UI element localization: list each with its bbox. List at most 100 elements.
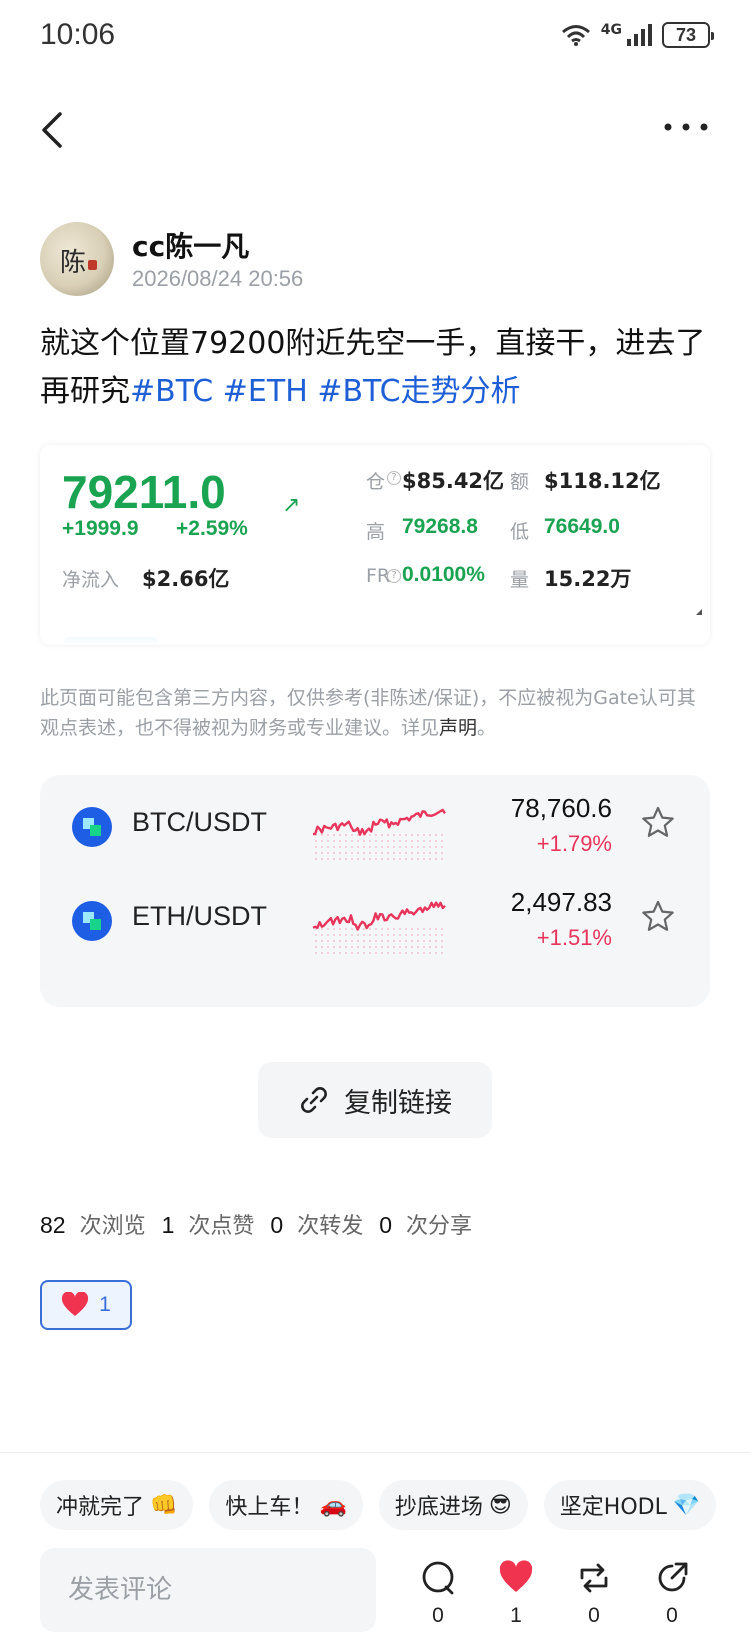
sparkline-dot [351,946,353,948]
sparkline-dot [375,928,377,930]
sparkline-dot [393,840,395,842]
market-change: +1.79% [536,831,612,856]
sparkline-dot [327,946,329,948]
sparkline-dot [387,928,389,930]
sparkline-dot [441,846,443,848]
sparkline-dot [315,946,317,948]
copy-link-button[interactable]: 复制链接 [258,1062,492,1138]
sparkline-dot [333,834,335,836]
avatar-seal [88,260,97,270]
sparkline-dot [327,846,329,848]
market-row-eth[interactable]: ETH/USDT 2,497.83 +1.51% [40,871,710,969]
sparkline-dot [435,840,437,842]
comment-input[interactable] [40,1548,376,1632]
vol-value: 15.22万 [544,567,632,591]
sparkline-dot [327,852,329,854]
like-action[interactable]: 1 [486,1560,546,1640]
share-action[interactable]: 0 [642,1560,702,1640]
comment-action[interactable]: 0 [408,1560,468,1640]
more-dots-icon [664,123,708,131]
sparkline-dot [423,840,425,842]
disclaimer-end: 。 [477,717,497,739]
sparkline-dot [339,940,341,942]
sparkline-dot [429,834,431,836]
avatar[interactable]: 陈 [40,222,114,296]
market-change: +1.51% [536,925,612,950]
sparkline-dot [405,852,407,854]
sparkline-dot [411,946,413,948]
link-icon [301,1087,327,1113]
quick-reply-chip[interactable]: 快上车！ 🚗 [209,1480,363,1530]
sparkline-dot [417,846,419,848]
sparkline-dot [315,952,317,954]
star-icon[interactable] [640,805,676,841]
ticker-card[interactable]: 79211.0 ↗ +1999.9 +2.59% 净流入 $2.66亿 仓 ? … [40,445,710,645]
sparkline-dot [393,928,395,930]
sparkline-dot [405,940,407,942]
sparkline-dot [405,834,407,836]
sparkline-dot [399,940,401,942]
sparkline-dot [363,852,365,854]
quick-reply-chip[interactable]: 抄底进场 😎 [378,1480,528,1530]
sparkline-dot [381,846,383,848]
tag-btc-analysis[interactable]: #BTC走势分析 [317,374,520,409]
sparkline-dot [375,840,377,842]
sparkline-dot [435,946,437,948]
sparkline-dot [411,846,413,848]
sparkline-dot [435,928,437,930]
bottom-divider [0,1452,750,1453]
market-row-btc[interactable]: BTC/USDT 78,760.6 +1.79% [40,777,710,875]
diamond-icon: 💎 [672,1492,701,1518]
info-icon[interactable]: ? [387,471,401,485]
tag-btc[interactable]: #BTC [130,374,213,409]
tag-eth[interactable]: #ETH [223,374,308,409]
car-icon: 🚗 [319,1492,347,1518]
sparkline-dot [441,928,443,930]
sparkline-dot [405,846,407,848]
sparkline-dot [417,928,419,930]
star-icon[interactable] [640,899,676,935]
info-icon[interactable]: ? [387,569,401,583]
sparkline-dot [429,940,431,942]
sunglasses-icon: 😎 [488,1492,512,1518]
more-button[interactable] [662,112,710,142]
sparkline-dot [399,846,401,848]
sparkline-dot [381,852,383,854]
sparkline-dot [345,834,347,836]
sparkline-dot [381,940,383,942]
like-reaction-chip[interactable]: 1 [40,1280,132,1330]
repost-count: 0 [588,1604,600,1627]
sparkline-dot [351,940,353,942]
sparkline-dot [381,834,383,836]
quick-reply-chip[interactable]: 冲就完了 👊 [40,1480,194,1530]
comment-icon [422,1561,454,1595]
sparkline-dot [393,852,395,854]
repost-action[interactable]: 0 [564,1560,624,1640]
sparkline-dot [381,840,383,842]
sparkline-dot [339,946,341,948]
sparkline-dot [369,834,371,836]
disclaimer-link[interactable]: 声明 [439,717,477,739]
sparkline-dot [435,952,437,954]
sparkline-dot [369,946,371,948]
sparkline-dot [333,952,335,954]
shares-count: 0 [379,1212,393,1238]
sparkline-dot [345,934,347,936]
sparkline-dot [351,834,353,836]
sparkline-dot [357,858,359,860]
post-time: 2026/08/24 20:56 [132,266,304,291]
sparkline-dot [369,846,371,848]
high-label: 高 [366,521,386,543]
back-button[interactable] [34,108,74,152]
sparkline-dot [381,858,383,860]
sparkline-dot [429,952,431,954]
sparkline-dot [387,834,389,836]
sparkline-dot [357,952,359,954]
sparkline-dot [369,852,371,854]
sparkline-dot [411,934,413,936]
sparkline-dot [405,840,407,842]
author-name[interactable]: cc陈一凡 [132,225,249,265]
sparkline-dot [375,846,377,848]
quick-reply-chip[interactable]: 坚定HODL 💎 [543,1480,717,1530]
sparkline-dot [405,952,407,954]
